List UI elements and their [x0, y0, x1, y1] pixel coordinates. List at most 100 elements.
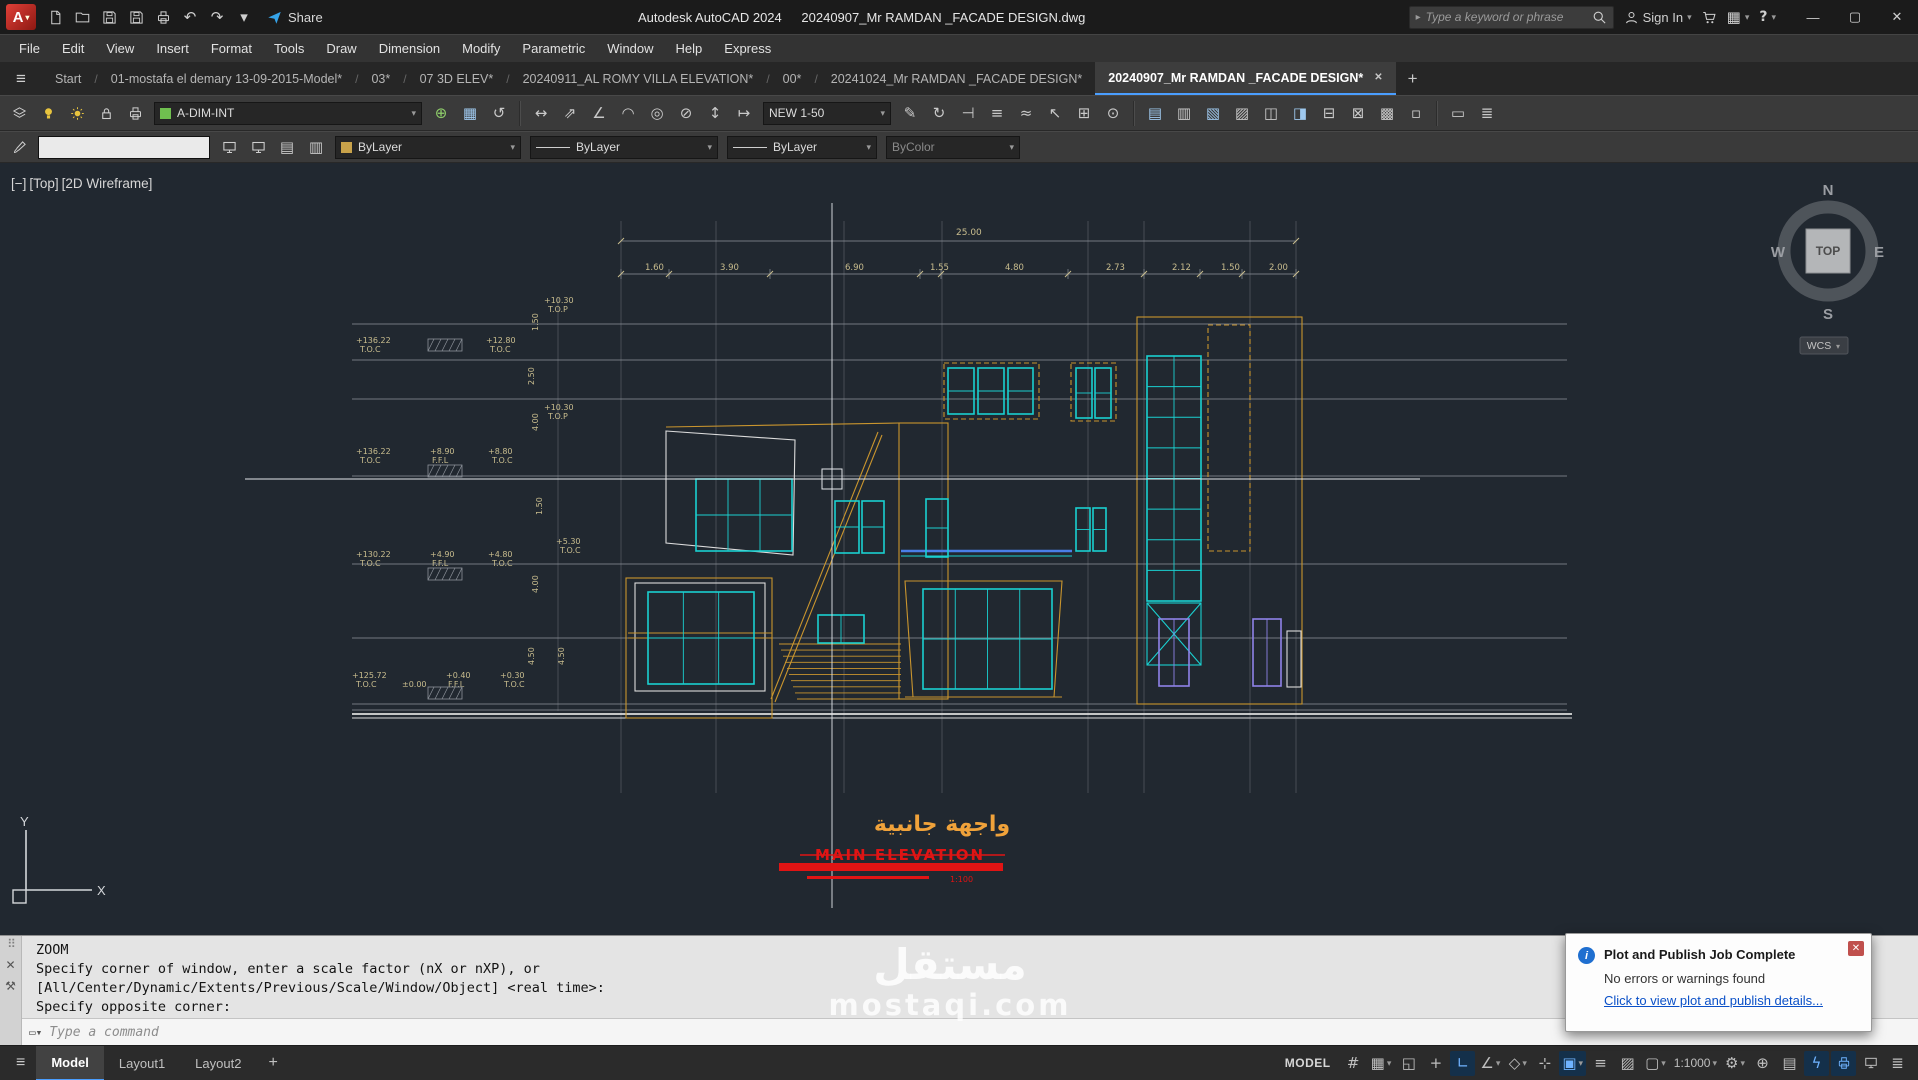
new-file-icon[interactable] [42, 4, 68, 30]
copy-objects-layer-icon[interactable]: ⊟ [1315, 100, 1343, 127]
dynamic-input-icon[interactable]: + [1423, 1051, 1448, 1076]
graphics-performance-icon[interactable]: ϟ [1804, 1050, 1829, 1076]
layer-plot-icon[interactable] [121, 100, 149, 127]
menu-window[interactable]: Window [596, 36, 664, 61]
plot-icon[interactable] [150, 4, 176, 30]
app-store-button[interactable] [1702, 10, 1717, 25]
tolerance-icon[interactable]: ⊞ [1070, 100, 1098, 127]
status-menu-icon[interactable]: ≡ [8, 1054, 33, 1072]
command-panel-close-icon[interactable]: ✕ [5, 958, 15, 972]
help-button[interactable]: ? ▾ [1759, 10, 1776, 24]
group-icon[interactable]: ▭ [1444, 100, 1472, 127]
share-button[interactable]: Share [267, 10, 323, 25]
plot-style-select[interactable]: ByColor ▾ [886, 135, 1020, 159]
view-plot-details-link[interactable]: Click to view plot and publish details..… [1604, 993, 1823, 1008]
file-tab[interactable]: 03* [358, 62, 403, 95]
new-drawing-tab-button[interactable]: + [1396, 69, 1430, 89]
menu-file[interactable]: File [8, 36, 51, 61]
file-tab[interactable]: Start [42, 62, 94, 95]
quick-text-field-input[interactable] [39, 136, 209, 158]
file-tab[interactable]: 20241024_Mr RAMDAN _FACADE DESIGN* [818, 62, 1095, 95]
object-snap-icon[interactable]: ▣ ▾ [1559, 1050, 1587, 1076]
object-color-icon[interactable]: ▥ [302, 134, 330, 161]
command-customize-icon[interactable]: ⚒ [5, 979, 16, 993]
dim-diameter-icon[interactable]: ⊘ [672, 100, 700, 127]
dim-break-icon[interactable]: ⊣ [954, 100, 982, 127]
viewport-visual-style-control[interactable]: [2D Wireframe] [61, 176, 154, 191]
dim-ordinate-icon[interactable]: ↕ [701, 100, 729, 127]
layer-merge-icon[interactable]: ◫ [1257, 100, 1285, 127]
drawing-canvas[interactable]: 25.00 1.60 3.90 6.90 1.55 4.80 2.73 2.12 1.50 2.0… [0, 163, 1918, 935]
open-file-icon[interactable] [69, 4, 95, 30]
layer-on-icon[interactable] [34, 100, 62, 127]
grid-display-icon[interactable]: # [1341, 1051, 1366, 1076]
menu-edit[interactable]: Edit [51, 36, 95, 61]
change-to-current-layer-icon[interactable]: ⊠ [1344, 100, 1372, 127]
quick-properties-icon[interactable]: ▤ [1777, 1051, 1802, 1076]
object-snap-tracking-icon[interactable]: ⊹ [1532, 1051, 1557, 1076]
menu-parametric[interactable]: Parametric [511, 36, 596, 61]
customization-icon[interactable]: ≣ [1885, 1051, 1910, 1076]
layer-unisolate-icon[interactable]: ▥ [1170, 100, 1198, 127]
add-layout-button[interactable]: + [259, 1054, 286, 1072]
dim-continue-icon[interactable]: ↦ [730, 100, 758, 127]
file-tab[interactable]: 20240911_AL ROMY VILLA ELEVATION* [510, 62, 767, 95]
transparency-icon[interactable]: ▨ [1615, 1051, 1640, 1076]
workspace-switching-icon[interactable]: ⚙ ▾ [1722, 1051, 1748, 1076]
layer-off-object-icon[interactable]: ▨ [1228, 100, 1256, 127]
menu-draw[interactable]: Draw [315, 36, 367, 61]
dim-edit-icon[interactable]: ✎ [896, 100, 924, 127]
multileader-icon[interactable]: ↖ [1041, 100, 1069, 127]
draworder-icon[interactable] [244, 134, 272, 161]
file-tab[interactable]: 20240907_Mr RAMDAN _FACADE DESIGN* ✕ [1095, 62, 1396, 95]
pickstyle-icon[interactable] [215, 134, 243, 161]
make-object-layer-current-icon[interactable]: ⊕ [427, 100, 455, 127]
autodesk-apps-button[interactable]: ▦ ▾ [1727, 9, 1750, 25]
compass-north-label[interactable]: N [1823, 182, 1834, 199]
minimize-button[interactable]: — [1792, 0, 1834, 34]
lineweight-select[interactable]: ByLayer ▾ [727, 135, 877, 159]
command-prompt-icon[interactable]: ▭▾ [29, 1026, 42, 1039]
layer-lock-icon[interactable] [92, 100, 120, 127]
snap-mode-icon[interactable]: ▦ ▾ [1368, 1051, 1395, 1076]
panel-grip-handle[interactable]: ⠿ [7, 937, 16, 951]
menu-insert[interactable]: Insert [145, 36, 200, 61]
quick-text-field[interactable] [38, 135, 210, 159]
properties-palette-icon[interactable]: ≣ [1473, 100, 1501, 127]
annotation-scale-label[interactable]: 1:1000 ▾ [1671, 1051, 1720, 1076]
app-menu-button[interactable]: A ▾ [6, 4, 36, 30]
layout-tab-model[interactable]: Model [36, 1045, 104, 1080]
dim-jog-icon[interactable]: ≈ [1012, 100, 1040, 127]
maximize-button[interactable]: ▢ [1834, 0, 1876, 34]
menu-format[interactable]: Format [200, 36, 263, 61]
menu-help[interactable]: Help [665, 36, 714, 61]
compass-south-label[interactable]: S [1823, 306, 1833, 323]
dim-angular-icon[interactable]: ∠ [585, 100, 613, 127]
layer-freeze-object-icon[interactable]: ▧ [1199, 100, 1227, 127]
menu-view[interactable]: View [95, 36, 145, 61]
viewport-minimize-control[interactable]: [−] [10, 176, 27, 191]
dim-arc-length-icon[interactable]: ◠ [614, 100, 642, 127]
file-tab[interactable]: 00* [770, 62, 815, 95]
save-icon[interactable] [96, 4, 122, 30]
infer-constraints-icon[interactable]: ◱ [1396, 1051, 1421, 1076]
vp-freeze-icon[interactable]: ▩ [1373, 100, 1401, 127]
layout-tab-layout1[interactable]: Layout1 [104, 1046, 180, 1080]
layer-properties-manager-icon[interactable] [5, 100, 33, 127]
undo-icon[interactable]: ↶ [177, 4, 203, 30]
close-button[interactable]: ✕ [1876, 0, 1918, 34]
menu-dimension[interactable]: Dimension [368, 36, 451, 61]
dim-linear-icon[interactable]: ↔ [527, 100, 555, 127]
search-input[interactable] [1425, 10, 1587, 24]
center-mark-icon[interactable]: ⊙ [1099, 100, 1127, 127]
model-space-indicator[interactable]: MODEL [1285, 1056, 1331, 1070]
menu-express[interactable]: Express [713, 36, 782, 61]
menu-modify[interactable]: Modify [451, 36, 511, 61]
annotation-monitor-icon[interactable]: ⊕ [1750, 1051, 1775, 1076]
wcs-menu[interactable]: WCS ▾ [1799, 336, 1849, 355]
isometric-drafting-icon[interactable]: ◇ ▾ [1505, 1051, 1530, 1076]
layer-walk-icon[interactable]: ◨ [1286, 100, 1314, 127]
layer-control-select[interactable]: A-DIM-INT ▾ [154, 101, 422, 125]
layer-fade-icon[interactable]: ▫ [1402, 100, 1430, 127]
layer-isolate-icon[interactable]: ▤ [1141, 100, 1169, 127]
